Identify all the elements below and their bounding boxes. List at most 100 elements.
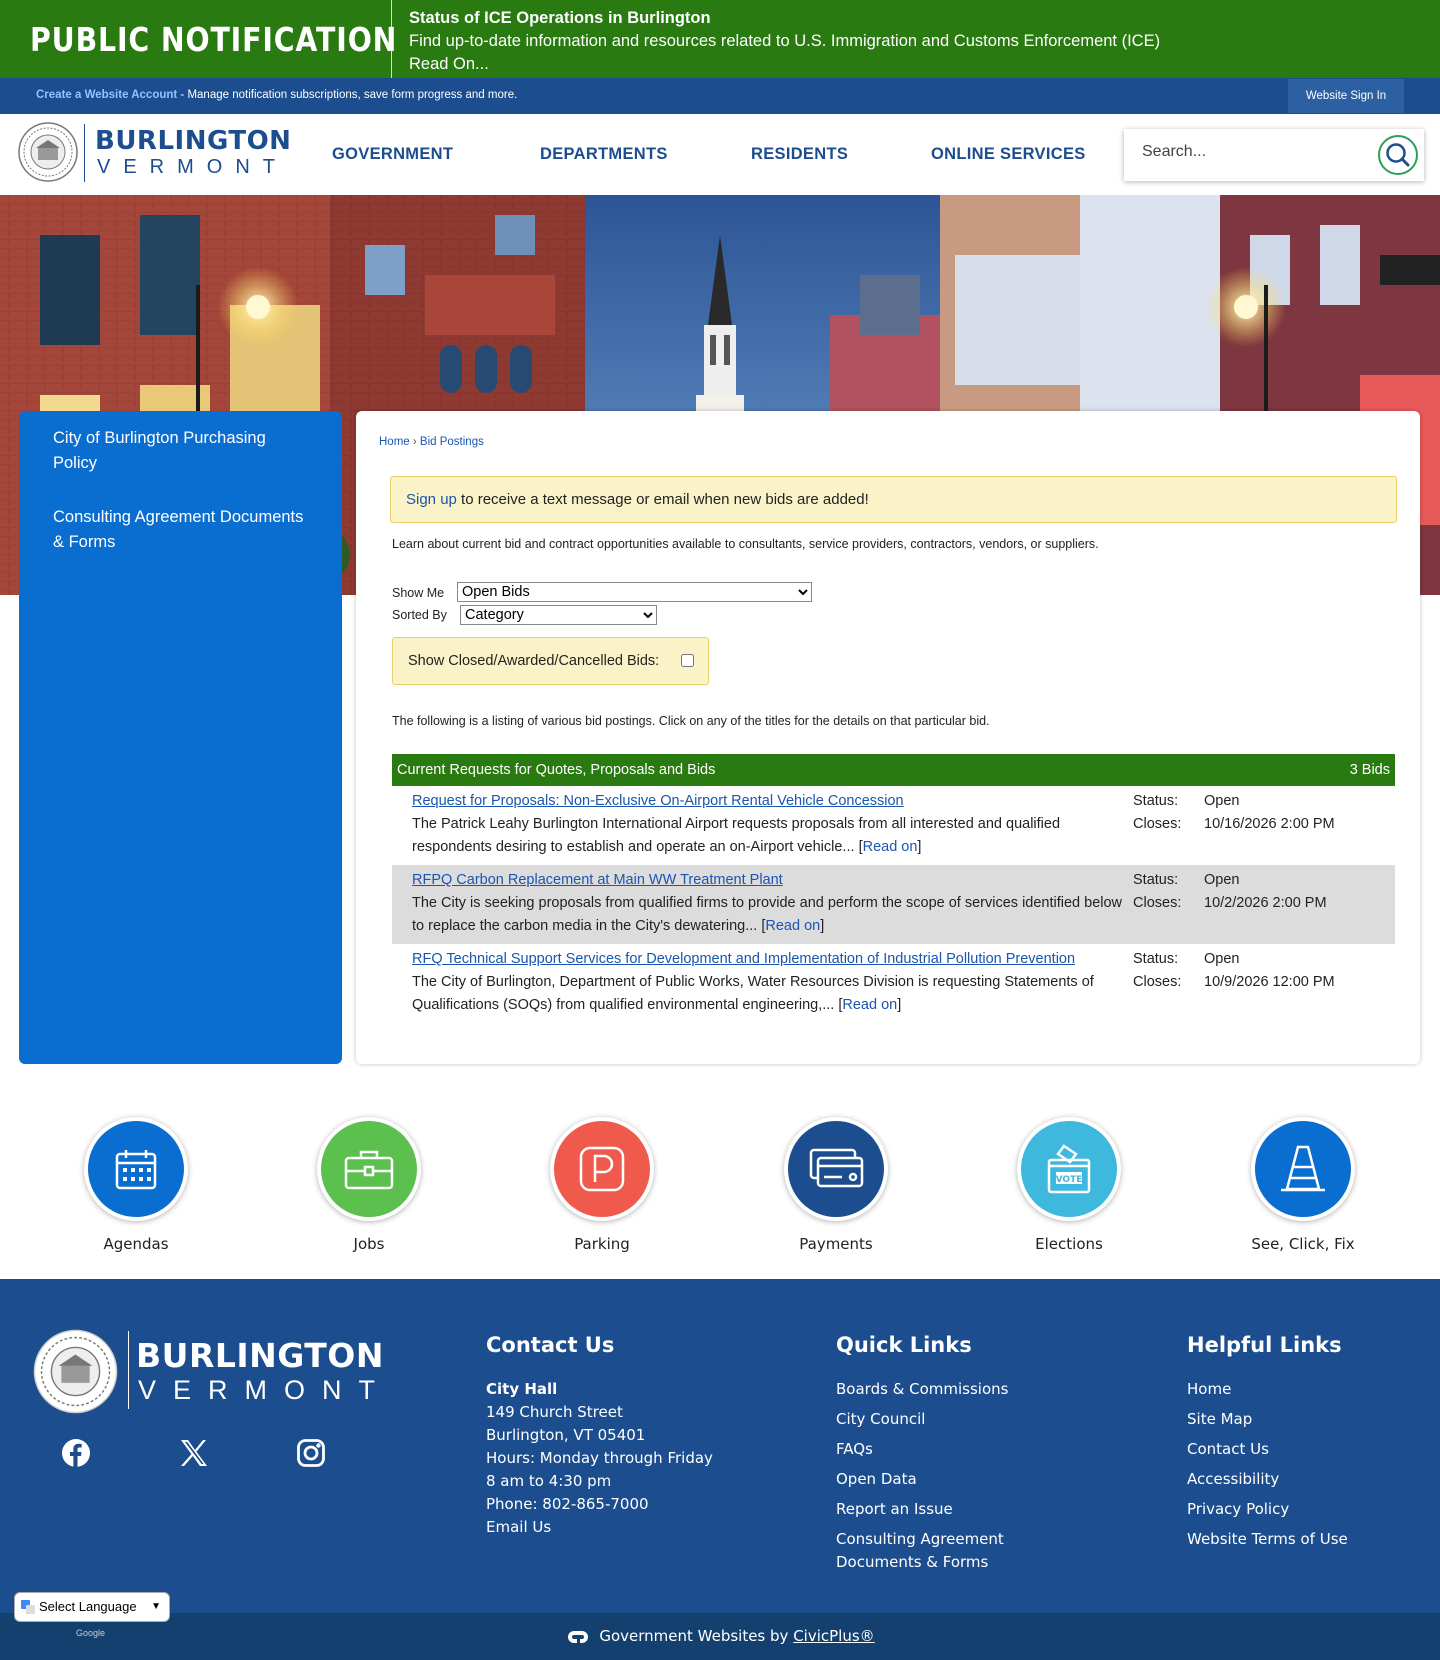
quick-link-circle[interactable]: VOTE: [1017, 1117, 1121, 1221]
language-select-label[interactable]: Select Language: [39, 1599, 137, 1614]
contact-hours-time: 8 am to 4:30 pm: [486, 1472, 612, 1490]
alert-title[interactable]: Status of ICE Operations in Burlington: [409, 7, 1160, 30]
search-box: [1124, 129, 1424, 181]
bid-closes-label: Closes:: [1133, 816, 1182, 832]
facebook-icon[interactable]: [60, 1437, 92, 1469]
footer-link-terms-of-use[interactable]: Website Terms of Use: [1187, 1528, 1348, 1551]
alert-message[interactable]: Status of ICE Operations in Burlington F…: [409, 7, 1160, 76]
contact-email-link[interactable]: Email Us: [486, 1516, 713, 1539]
footer-link-home[interactable]: Home: [1187, 1378, 1348, 1401]
city-seal-icon[interactable]: [18, 122, 78, 182]
footer-link-report-issue[interactable]: Report an Issue: [836, 1498, 1056, 1521]
bid-closes-value: 10/16/2026 2:00 PM: [1204, 816, 1335, 832]
contact-name: City Hall: [486, 1380, 558, 1398]
footer-logo-vermont[interactable]: VERMONT: [138, 1375, 392, 1406]
contact-address-1: 149 Church Street: [486, 1403, 623, 1421]
bid-read-on-link[interactable]: Read on: [765, 918, 820, 934]
show-closed-bids-checkbox[interactable]: [681, 654, 694, 667]
footer-logo-burlington[interactable]: BURLINGTON: [136, 1336, 384, 1375]
nav-departments[interactable]: DEPARTMENTS: [540, 145, 668, 164]
alert-read-on-link[interactable]: Read On...: [409, 53, 1160, 76]
bids-section-title: Current Requests for Quotes, Proposals a…: [397, 762, 716, 778]
website-sign-in-button[interactable]: Website Sign In: [1288, 79, 1404, 113]
footer-link-consulting-agreement[interactable]: Consulting Agreement Documents & Forms: [836, 1528, 1026, 1574]
public-notification-bar: PUBLIC NOTIFICATION Status of ICE Operat…: [0, 0, 1440, 78]
bid-closes-label: Closes:: [1133, 974, 1182, 990]
quick-link-circle[interactable]: [550, 1117, 654, 1221]
contact-address-2: Burlington, VT 05401: [486, 1426, 646, 1444]
quick-link-label[interactable]: Parking: [547, 1235, 657, 1253]
signup-notice: Sign up to receive a text message or ema…: [390, 476, 1397, 523]
nav-government[interactable]: GOVERNMENT: [332, 145, 453, 164]
instagram-icon[interactable]: [295, 1437, 327, 1469]
footer-city-seal-icon[interactable]: [33, 1329, 118, 1414]
nav-residents[interactable]: RESIDENTS: [751, 145, 848, 164]
x-twitter-icon[interactable]: [177, 1437, 209, 1469]
quick-link-label[interactable]: Elections: [1014, 1235, 1124, 1253]
bid-row: RFPQ Carbon Replacement at Main WW Treat…: [392, 865, 1395, 944]
footer-link-accessibility[interactable]: Accessibility: [1187, 1468, 1348, 1491]
quick-link-parking[interactable]: Parking: [547, 1117, 657, 1253]
quick-link-label[interactable]: Jobs: [314, 1235, 424, 1253]
bids-section-header: Current Requests for Quotes, Proposals a…: [392, 754, 1395, 786]
logo-vermont[interactable]: VERMONT: [97, 156, 288, 179]
bid-title-link[interactable]: Request for Proposals: Non-Exclusive On-…: [412, 790, 904, 813]
calendar-icon: [115, 1150, 157, 1190]
bid-description: The Patrick Leahy Burlington Internation…: [412, 816, 1061, 855]
quick-link-payments[interactable]: Payments: [781, 1117, 891, 1253]
quick-link-agendas[interactable]: Agendas: [81, 1117, 191, 1253]
quick-link-label[interactable]: Agendas: [81, 1235, 191, 1253]
site-header: BURLINGTON VERMONT GOVERNMENT DEPARTMENT…: [0, 114, 1440, 195]
breadcrumb-bid-postings-link[interactable]: Bid Postings: [420, 436, 484, 448]
footer-link-site-map[interactable]: Site Map: [1187, 1408, 1348, 1431]
quick-link-elections[interactable]: VOTE Elections: [1014, 1117, 1124, 1253]
bid-status-label: Status:: [1133, 951, 1179, 967]
footer-link-contact-us[interactable]: Contact Us: [1187, 1438, 1348, 1461]
quick-link-jobs[interactable]: Jobs: [314, 1117, 424, 1253]
quick-link-circle[interactable]: [1251, 1117, 1355, 1221]
civicplus-logo-icon[interactable]: [565, 1629, 591, 1645]
search-input[interactable]: [1142, 143, 1372, 161]
ballot-box-icon: VOTE: [1047, 1144, 1091, 1194]
footer-link-privacy-policy[interactable]: Privacy Policy: [1187, 1498, 1348, 1521]
create-account-link[interactable]: Create a Website Account: [36, 89, 177, 101]
footer-link-faqs[interactable]: FAQs: [836, 1438, 1056, 1461]
footer-link-city-council[interactable]: City Council: [836, 1408, 1056, 1431]
quick-link-circle[interactable]: [84, 1117, 188, 1221]
quick-link-see-click-fix[interactable]: See, Click, Fix: [1248, 1117, 1358, 1253]
sidebar-item-purchasing-policy[interactable]: City of Burlington Purchasing Policy: [53, 426, 313, 476]
nav-online-services[interactable]: ONLINE SERVICES: [931, 145, 1086, 164]
bid-title-link[interactable]: RFPQ Carbon Replacement at Main WW Treat…: [412, 869, 783, 892]
alert-body: Find up-to-date information and resource…: [409, 32, 1161, 50]
briefcase-icon: [344, 1150, 394, 1190]
footer-link-boards[interactable]: Boards & Commissions: [836, 1378, 1056, 1401]
sidebar-navigation: City of Burlington Purchasing Policy Con…: [19, 411, 342, 1064]
search-button[interactable]: [1378, 135, 1418, 175]
bid-read-on-link[interactable]: Read on: [863, 839, 918, 855]
breadcrumb-home-link[interactable]: Home: [379, 436, 410, 448]
bid-postings-panel: Home › Bid Postings Sign up to receive a…: [356, 411, 1420, 1064]
sorted-by-select[interactable]: Category: [460, 605, 657, 625]
show-me-select[interactable]: Open Bids: [457, 582, 812, 602]
civicplus-link[interactable]: CivicPlus®: [793, 1627, 874, 1645]
contact-phone: Phone: 802-865-7000: [486, 1495, 649, 1513]
logo-burlington[interactable]: BURLINGTON: [95, 126, 291, 156]
quick-link-circle[interactable]: [317, 1117, 421, 1221]
quick-link-label[interactable]: See, Click, Fix: [1248, 1235, 1358, 1253]
bid-title-link[interactable]: RFQ Technical Support Services for Devel…: [412, 948, 1075, 971]
language-select[interactable]: Select Language ▼: [14, 1592, 170, 1622]
contact-hours-days: Hours: Monday through Friday: [486, 1449, 713, 1467]
sign-up-link[interactable]: Sign up: [406, 491, 457, 508]
show-closed-bids-box: Show Closed/Awarded/Cancelled Bids:: [392, 637, 709, 685]
quick-links-heading: Quick Links: [836, 1333, 972, 1357]
parking-icon: [579, 1146, 625, 1192]
quick-link-label[interactable]: Payments: [781, 1235, 891, 1253]
quick-link-circle[interactable]: [784, 1117, 888, 1221]
credit-card-icon: [809, 1148, 864, 1188]
sidebar-item-consulting-agreement[interactable]: Consulting Agreement Documents & Forms: [53, 505, 313, 555]
quick-link-badge: [88, 1121, 184, 1217]
site-footer: BURLINGTON VERMONT Contact Us City Hall …: [0, 1279, 1440, 1613]
footer-link-open-data[interactable]: Open Data: [836, 1468, 1056, 1491]
account-bar: Create a Website Account - Manage notifi…: [0, 78, 1440, 114]
bid-read-on-link[interactable]: Read on: [842, 997, 897, 1013]
